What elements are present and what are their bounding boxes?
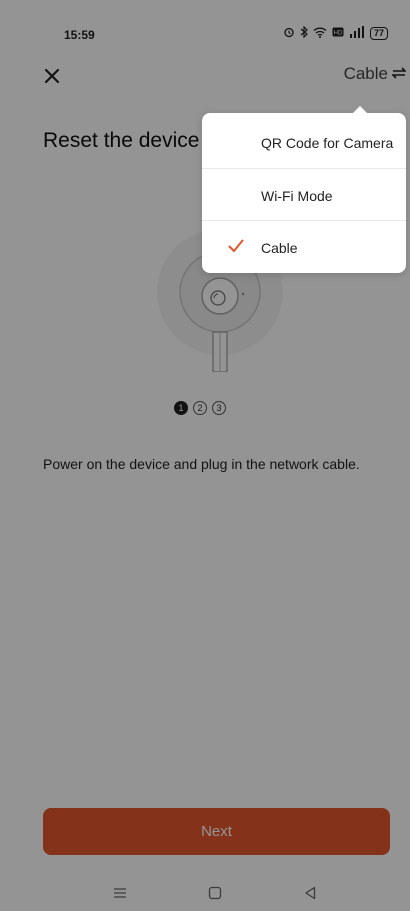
menu-item-qr-code[interactable]: QR Code for Camera: [202, 116, 406, 169]
menu-item-cable[interactable]: Cable: [202, 221, 406, 274]
menu-item-wifi-mode[interactable]: Wi-Fi Mode: [202, 169, 406, 222]
menu-item-label: QR Code for Camera: [261, 134, 394, 151]
checkmark-icon: [228, 239, 244, 256]
menu-item-label: Cable: [261, 239, 298, 256]
menu-item-label: Wi-Fi Mode: [261, 187, 333, 204]
mode-menu: QR Code for Camera Wi-Fi Mode Cable: [202, 106, 406, 274]
menu-arrow: [352, 106, 368, 114]
